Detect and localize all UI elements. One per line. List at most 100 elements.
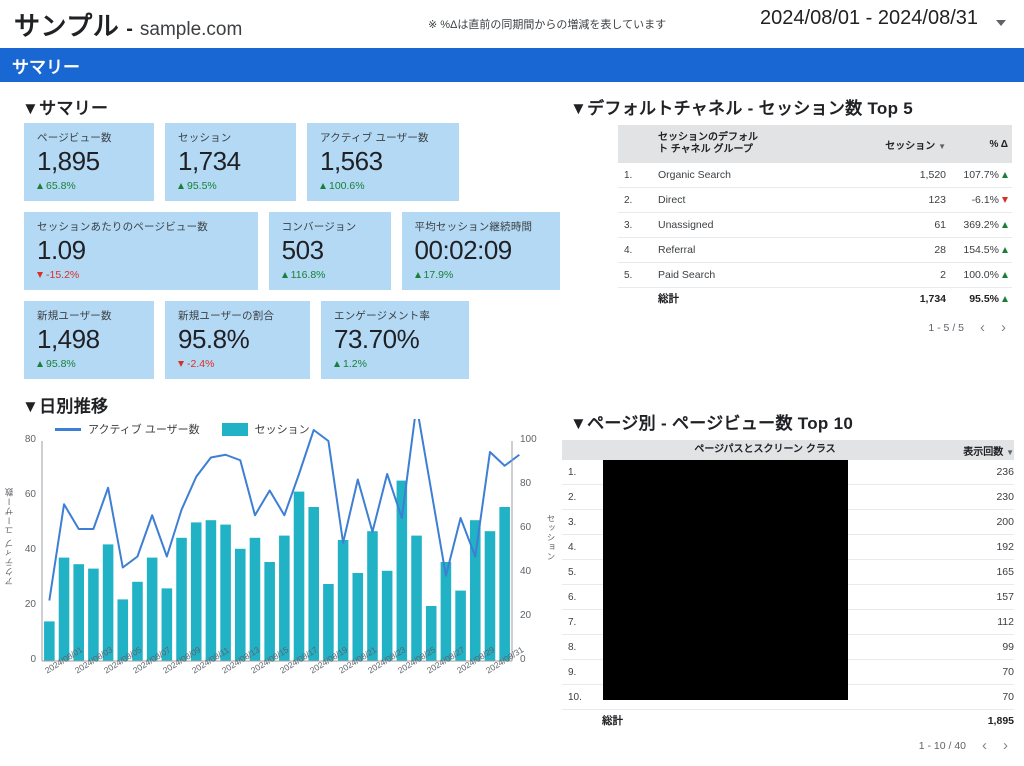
kpi-card[interactable]: アクティブ ユーザー数 1,563 100.6% xyxy=(307,123,459,201)
arrow-up-icon xyxy=(320,183,326,189)
arrow-up-icon xyxy=(178,183,184,189)
arrow-down-icon xyxy=(37,272,43,278)
kpi-card[interactable]: 新規ユーザーの割合 95.8% -2.4% xyxy=(165,301,310,379)
header-page-path[interactable]: ページパスとスクリーン クラス xyxy=(598,444,928,456)
chart-bar xyxy=(279,535,290,661)
chevron-right-icon[interactable]: › xyxy=(1001,320,1006,335)
kpi-card[interactable]: 平均セッション継続時間 00:02:09 17.9% xyxy=(401,212,560,290)
chart-bar xyxy=(308,507,319,661)
row-total-label: 総計 xyxy=(602,715,623,727)
y-axis-left-tick: 80 xyxy=(24,434,36,445)
sort-desc-icon[interactable]: ▼ xyxy=(938,142,946,151)
kpi-label: 平均セッション継続時間 xyxy=(414,221,533,233)
header-delta[interactable]: % Δ xyxy=(946,139,1012,150)
row-views: 70 xyxy=(1002,691,1014,703)
brand-name: サンプル xyxy=(14,10,120,41)
chart-bar xyxy=(367,531,378,661)
kpi-card[interactable]: ページビュー数 1,895 65.8% xyxy=(24,123,154,201)
header-channel-group[interactable]: セッションのデフォルト チャネル グループ xyxy=(654,132,872,156)
daily-trend-chart: アクティブ ユーザー数 セッション アクティブ ユーザー数 セッション 0 20 4… xyxy=(0,419,560,719)
row-delta-value: 95.5% xyxy=(969,293,999,305)
table-row[interactable]: 2. Direct 123 -6.1% xyxy=(618,188,1012,213)
kpi-delta: 95.8% xyxy=(37,357,154,371)
page-table-header: ページパスとスクリーン クラス 表示回数 ▼ xyxy=(562,440,1014,460)
row-index: 9. xyxy=(568,666,577,678)
row-index: 1. xyxy=(568,466,577,478)
kpi-row: 新規ユーザー数 1,498 95.8% 新規ユーザーの割合 95.8% -2.4% エンゲー… xyxy=(24,301,560,379)
brand-separator: - xyxy=(126,17,133,40)
row-delta: -6.1% xyxy=(946,194,1012,206)
kpi-value: 1,895 xyxy=(37,146,100,176)
chart-bar xyxy=(440,562,452,661)
row-channel: Unassigned xyxy=(658,219,714,231)
date-range-selector[interactable]: 2024/08/01 - 2024/08/31 xyxy=(760,7,978,30)
header-sessions[interactable]: セッション ▼ xyxy=(872,137,946,152)
chart-bar xyxy=(323,584,334,661)
row-index: 7. xyxy=(568,616,577,628)
row-delta-value: 369.2% xyxy=(963,219,999,231)
kpi-row: ページビュー数 1,895 65.8% セッション 1,734 95.5% アクティブ ユー… xyxy=(24,123,560,201)
kpi-card[interactable]: コンバージョン 503 116.8% xyxy=(268,212,391,290)
row-delta: 107.7% xyxy=(946,169,1012,181)
table-row[interactable]: 1. Organic Search 1,520 107.7% xyxy=(618,163,1012,188)
chart-bar xyxy=(469,520,481,661)
row-index: 5. xyxy=(568,566,577,578)
page-tab-summary[interactable]: サマリー xyxy=(0,48,1024,82)
row-index: 3. xyxy=(568,516,577,528)
kpi-card[interactable]: セッションあたりのページビュー数 1.09 -15.2% xyxy=(24,212,258,290)
arrow-up-icon xyxy=(37,361,43,367)
y-axis-right-tick: 80 xyxy=(520,478,532,489)
kpi-delta: 17.9% xyxy=(414,268,560,282)
channel-pager-range: 1 - 5 / 5 xyxy=(928,321,964,334)
arrow-up-icon xyxy=(1002,272,1008,278)
chart-bar xyxy=(220,524,231,661)
row-index: 6. xyxy=(568,591,577,603)
dashboard-body: ▼サマリー ページビュー数 1,895 65.8% セッション 1,734 95.5% アク… xyxy=(0,82,1024,766)
kpi-label: アクティブ ユーザー数 xyxy=(320,132,429,144)
row-delta-value: 100.0% xyxy=(963,269,999,281)
kpi-card[interactable]: セッション 1,734 95.5% xyxy=(165,123,296,201)
row-channel: Organic Search xyxy=(658,169,731,181)
sort-desc-icon[interactable]: ▼ xyxy=(1006,448,1014,457)
chart-bar xyxy=(249,537,261,661)
arrow-up-icon xyxy=(334,361,340,367)
y-axis-right-tick: 60 xyxy=(520,522,532,533)
chevron-left-icon[interactable]: ‹ xyxy=(980,320,985,335)
chevron-left-icon[interactable]: ‹ xyxy=(982,738,987,753)
table-row[interactable]: 総計 1,734 95.5% xyxy=(618,288,1012,310)
kpi-label: 新規ユーザーの割合 xyxy=(178,310,275,322)
chevron-right-icon[interactable]: › xyxy=(1003,738,1008,753)
table-row[interactable]: 4. Referral 28 154.5% xyxy=(618,238,1012,263)
row-views: 230 xyxy=(996,491,1014,503)
row-index: 3. xyxy=(624,219,633,231)
summary-section-title: ▼サマリー xyxy=(22,99,109,118)
row-index: 4. xyxy=(624,244,633,256)
kpi-delta-value: 65.8% xyxy=(46,180,76,192)
right-column: ▼デフォルトチャネル - セッション数 Top 5 セッションのデフォルト チャ… xyxy=(560,82,1024,766)
kpi-value: 1,563 xyxy=(320,146,383,176)
row-delta: 369.2% xyxy=(946,219,1012,231)
table-row[interactable]: 3. Unassigned 61 369.2% xyxy=(618,213,1012,238)
y-axis-right-tick: 100 xyxy=(520,434,537,445)
arrow-up-icon xyxy=(1002,222,1008,228)
chevron-down-icon[interactable] xyxy=(996,20,1006,26)
kpi-delta-value: 95.5% xyxy=(187,180,217,192)
chart-bar xyxy=(352,573,364,661)
kpi-card[interactable]: エンゲージメント率 73.70% 1.2% xyxy=(321,301,469,379)
channel-table: セッションのデフォルト チャネル グループ セッション ▼ % Δ 1. Orga… xyxy=(618,125,1012,335)
page-table-pager: 1 - 10 / 40 ‹ › xyxy=(562,732,1014,753)
kpi-row: セッションあたりのページビュー数 1.09 -15.2% コンバージョン 503 116.… xyxy=(24,212,560,290)
table-row[interactable]: 5. Paid Search 2 100.0% xyxy=(618,263,1012,288)
row-index: 1. xyxy=(624,169,633,181)
kpi-label: 新規ユーザー数 xyxy=(37,310,112,322)
channel-table-body: 1. Organic Search 1,520 107.7% 2. Direct 123 -6… xyxy=(618,163,1012,310)
row-index: 2. xyxy=(568,491,577,503)
kpi-delta-value: 100.6% xyxy=(329,180,365,192)
row-index: 2. xyxy=(624,194,633,206)
page-table: ページパスとスクリーン クラス 表示回数 ▼ 1. 236 2. 230 3. 200 4.… xyxy=(562,440,1014,753)
arrow-down-icon xyxy=(1002,197,1008,203)
chart-plot-area xyxy=(41,419,520,662)
header-views[interactable]: 表示回数 ▼ xyxy=(928,443,1014,458)
kpi-card[interactable]: 新規ユーザー数 1,498 95.8% xyxy=(24,301,154,379)
chart-bar xyxy=(484,531,496,661)
